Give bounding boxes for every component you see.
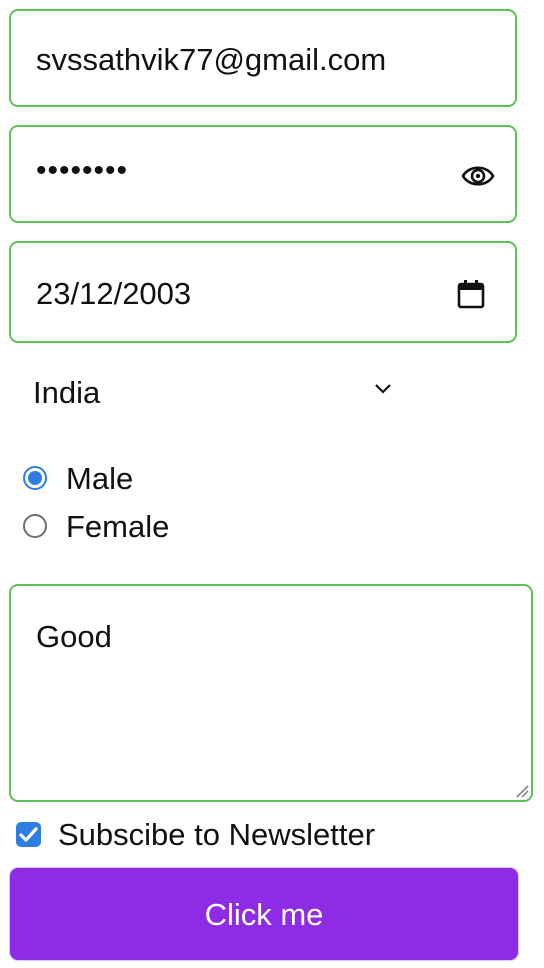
password-value: •••••••• (36, 154, 129, 187)
comment-textarea[interactable]: Good (9, 584, 533, 802)
country-select[interactable]: India (33, 364, 403, 420)
newsletter-checkbox[interactable] (16, 822, 41, 847)
resize-grip-icon[interactable] (515, 784, 529, 798)
date-value: 23/12/2003 (36, 276, 192, 311)
radio-label-male: Male (66, 461, 134, 496)
radio-button-checked[interactable] (23, 466, 47, 490)
password-field[interactable]: •••••••• (9, 125, 517, 223)
signup-form: svssathvik77@gmail.com •••••••• 23/12/20… (0, 0, 544, 968)
checkmark-icon (19, 827, 38, 842)
radio-label-female: Female (66, 509, 170, 544)
submit-button[interactable]: Click me (9, 867, 519, 961)
comment-value: Good (36, 619, 112, 654)
country-selected-value: India (33, 375, 101, 410)
newsletter-label: Subscibe to Newsletter (58, 817, 376, 852)
eye-icon[interactable] (461, 162, 495, 190)
calendar-icon[interactable] (457, 279, 485, 309)
email-field[interactable]: svssathvik77@gmail.com (9, 9, 517, 107)
newsletter-option[interactable]: Subscibe to Newsletter (16, 816, 436, 856)
radio-button-unchecked[interactable] (23, 514, 47, 538)
email-value: svssathvik77@gmail.com (36, 42, 387, 77)
date-of-birth-field[interactable]: 23/12/2003 (9, 241, 517, 343)
chevron-down-icon (375, 384, 391, 394)
